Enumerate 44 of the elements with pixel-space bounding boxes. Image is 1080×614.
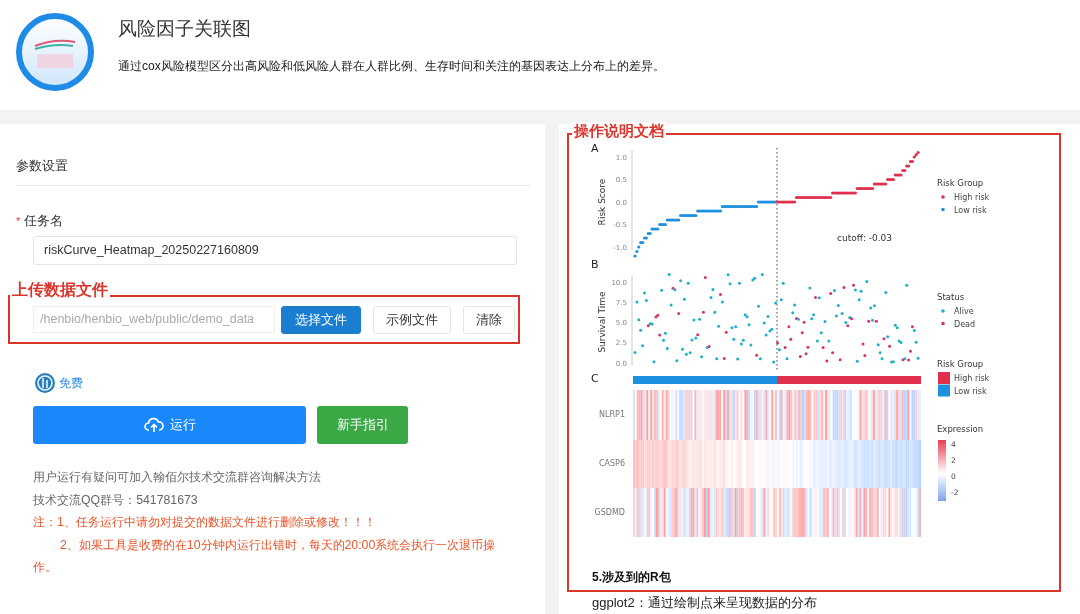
- choose-file-button[interactable]: 选择文件: [281, 305, 361, 334]
- app-title: 风险因子关联图: [118, 17, 252, 41]
- file-path-field[interactable]: /henbio/henbio_web/public/demo_data: [33, 306, 275, 333]
- section-title: 参数设置: [16, 158, 530, 186]
- file-button[interactable]: 示例文件: [373, 305, 451, 334]
- legend-label: Alive: [954, 307, 974, 316]
- help-text: 用户运行有疑问可加入翰佰尔技术交流群咨询解决方法: [33, 469, 322, 486]
- legend-title: Expression: [937, 424, 984, 434]
- field-label: 任务名: [24, 212, 64, 230]
- color-scale-bar: [938, 440, 946, 501]
- legend-title: Status: [937, 292, 965, 302]
- axis-title: Survival Time: [597, 291, 607, 353]
- axis-title: Risk Score: [597, 178, 607, 226]
- legend-label: Low risk: [954, 205, 987, 215]
- gene-label: GSDMD: [594, 507, 625, 517]
- panel-letter: B: [591, 258, 599, 271]
- annotation-label: 上传数据文件: [10, 280, 110, 300]
- legend-label: Dead: [954, 319, 976, 329]
- package-description: ggplot2：通过绘制点来呈现数据的分布: [592, 595, 818, 611]
- warning-note: 2、如果工具是收费的在10分钟内运行出错时，每天的20:00系统会执行一次退币操作。: [33, 536, 497, 576]
- gene-label: NLRP1: [599, 410, 625, 419]
- annotation-label: 操作说明文档: [572, 122, 666, 140]
- coin-icon: [34, 372, 56, 394]
- panel-letter: A: [591, 142, 599, 155]
- task-name-field[interactable]: riskCurve_Heatmap_20250227160809: [33, 236, 517, 265]
- app-description: 通过cox风险模型区分出高风险和低风险人群在人群比例、生存时间和关注的基因表达上分布上的差异。: [118, 58, 665, 75]
- run-button[interactable]: 运行: [33, 406, 306, 444]
- guide-button[interactable]: 新手指引: [317, 406, 408, 444]
- required-mark: *: [16, 215, 21, 227]
- price-label: 免费: [59, 374, 83, 392]
- warning-note: 注：1、任务运行中请勿对提交的数据文件进行删除或修改！！！: [33, 514, 377, 531]
- section-heading: 5.涉及到的R包: [592, 569, 672, 586]
- legend-title: Risk Group: [937, 178, 984, 188]
- legend-label: Low risk: [954, 386, 987, 396]
- cloud-upload-icon: [143, 417, 164, 433]
- legend-label: High risk: [954, 374, 990, 383]
- gene-label: CASP6: [598, 459, 625, 468]
- panel-letter: C: [591, 372, 599, 385]
- logo-icon: [15, 12, 95, 92]
- file-button[interactable]: 清除: [463, 305, 515, 334]
- legend-label: High risk: [954, 193, 990, 202]
- help-text: 技术交流QQ群号：541781673: [33, 491, 199, 509]
- cutoff-label: cutoff: -0.03: [837, 233, 893, 243]
- legend-title: Risk Group: [937, 359, 984, 369]
